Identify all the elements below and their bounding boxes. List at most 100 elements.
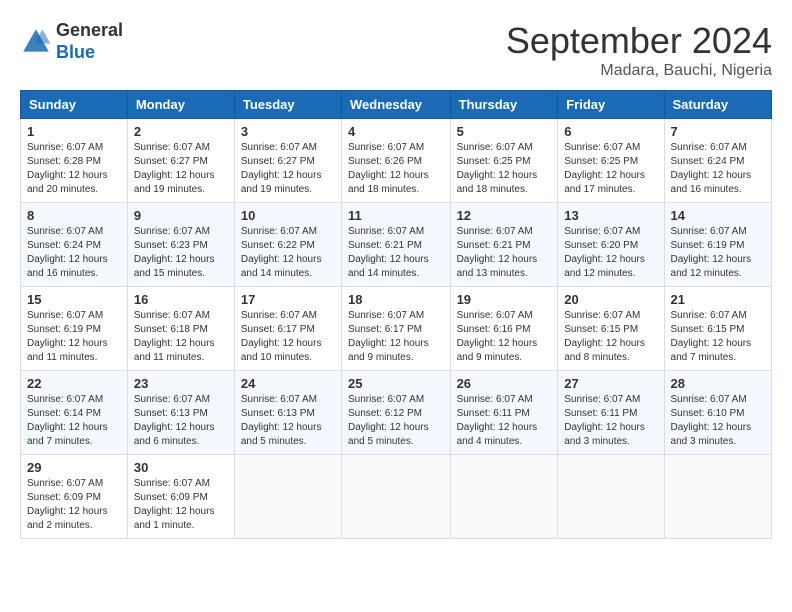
day-number: 11 — [348, 208, 444, 223]
cell-info: Sunrise: 6:07 AMSunset: 6:19 PMDaylight:… — [671, 226, 752, 279]
cell-info: Sunrise: 6:07 AMSunset: 6:22 PMDaylight:… — [241, 226, 322, 279]
logo: General Blue — [20, 20, 123, 63]
calendar-week-3: 15 Sunrise: 6:07 AMSunset: 6:19 PMDaylig… — [21, 287, 772, 371]
day-number: 6 — [564, 124, 657, 139]
cell-info: Sunrise: 6:07 AMSunset: 6:18 PMDaylight:… — [134, 310, 215, 363]
day-number: 12 — [457, 208, 552, 223]
calendar-cell: 27 Sunrise: 6:07 AMSunset: 6:11 PMDaylig… — [558, 371, 664, 455]
calendar-cell: 14 Sunrise: 6:07 AMSunset: 6:19 PMDaylig… — [664, 203, 771, 287]
calendar-cell: 29 Sunrise: 6:07 AMSunset: 6:09 PMDaylig… — [21, 455, 128, 539]
day-number: 10 — [241, 208, 335, 223]
month-title: September 2024 — [506, 20, 772, 62]
calendar-cell: 26 Sunrise: 6:07 AMSunset: 6:11 PMDaylig… — [450, 371, 558, 455]
day-number: 20 — [564, 292, 657, 307]
day-number: 16 — [134, 292, 228, 307]
calendar-cell: 2 Sunrise: 6:07 AMSunset: 6:27 PMDayligh… — [127, 119, 234, 203]
cell-info: Sunrise: 6:07 AMSunset: 6:15 PMDaylight:… — [564, 310, 645, 363]
calendar-cell: 10 Sunrise: 6:07 AMSunset: 6:22 PMDaylig… — [234, 203, 341, 287]
day-number: 27 — [564, 376, 657, 391]
calendar-cell: 9 Sunrise: 6:07 AMSunset: 6:23 PMDayligh… — [127, 203, 234, 287]
calendar-cell — [558, 455, 664, 539]
day-number: 15 — [27, 292, 121, 307]
cell-info: Sunrise: 6:07 AMSunset: 6:28 PMDaylight:… — [27, 142, 108, 195]
cell-info: Sunrise: 6:07 AMSunset: 6:20 PMDaylight:… — [564, 226, 645, 279]
day-number: 5 — [457, 124, 552, 139]
cell-info: Sunrise: 6:07 AMSunset: 6:14 PMDaylight:… — [27, 394, 108, 447]
cell-info: Sunrise: 6:07 AMSunset: 6:17 PMDaylight:… — [348, 310, 429, 363]
calendar-cell — [664, 455, 771, 539]
cell-info: Sunrise: 6:07 AMSunset: 6:26 PMDaylight:… — [348, 142, 429, 195]
calendar-cell: 8 Sunrise: 6:07 AMSunset: 6:24 PMDayligh… — [21, 203, 128, 287]
calendar-cell: 16 Sunrise: 6:07 AMSunset: 6:18 PMDaylig… — [127, 287, 234, 371]
calendar-cell: 1 Sunrise: 6:07 AMSunset: 6:28 PMDayligh… — [21, 119, 128, 203]
logo-icon — [20, 26, 52, 58]
day-number: 26 — [457, 376, 552, 391]
day-number: 22 — [27, 376, 121, 391]
column-header-monday: Monday — [127, 91, 234, 119]
cell-info: Sunrise: 6:07 AMSunset: 6:24 PMDaylight:… — [671, 142, 752, 195]
day-number: 3 — [241, 124, 335, 139]
calendar-cell: 17 Sunrise: 6:07 AMSunset: 6:17 PMDaylig… — [234, 287, 341, 371]
cell-info: Sunrise: 6:07 AMSunset: 6:23 PMDaylight:… — [134, 226, 215, 279]
calendar-cell: 11 Sunrise: 6:07 AMSunset: 6:21 PMDaylig… — [342, 203, 451, 287]
day-number: 19 — [457, 292, 552, 307]
day-number: 28 — [671, 376, 765, 391]
calendar-cell: 30 Sunrise: 6:07 AMSunset: 6:09 PMDaylig… — [127, 455, 234, 539]
calendar-week-1: 1 Sunrise: 6:07 AMSunset: 6:28 PMDayligh… — [21, 119, 772, 203]
calendar-cell: 25 Sunrise: 6:07 AMSunset: 6:12 PMDaylig… — [342, 371, 451, 455]
day-number: 30 — [134, 460, 228, 475]
cell-info: Sunrise: 6:07 AMSunset: 6:15 PMDaylight:… — [671, 310, 752, 363]
column-header-saturday: Saturday — [664, 91, 771, 119]
day-number: 29 — [27, 460, 121, 475]
column-header-thursday: Thursday — [450, 91, 558, 119]
column-header-wednesday: Wednesday — [342, 91, 451, 119]
calendar-cell: 6 Sunrise: 6:07 AMSunset: 6:25 PMDayligh… — [558, 119, 664, 203]
cell-info: Sunrise: 6:07 AMSunset: 6:27 PMDaylight:… — [241, 142, 322, 195]
column-header-sunday: Sunday — [21, 91, 128, 119]
cell-info: Sunrise: 6:07 AMSunset: 6:17 PMDaylight:… — [241, 310, 322, 363]
cell-info: Sunrise: 6:07 AMSunset: 6:09 PMDaylight:… — [27, 478, 108, 531]
cell-info: Sunrise: 6:07 AMSunset: 6:10 PMDaylight:… — [671, 394, 752, 447]
logo-blue: Blue — [56, 42, 95, 62]
cell-info: Sunrise: 6:07 AMSunset: 6:13 PMDaylight:… — [241, 394, 322, 447]
calendar-cell: 4 Sunrise: 6:07 AMSunset: 6:26 PMDayligh… — [342, 119, 451, 203]
calendar-cell: 5 Sunrise: 6:07 AMSunset: 6:25 PMDayligh… — [450, 119, 558, 203]
day-number: 14 — [671, 208, 765, 223]
calendar-cell: 21 Sunrise: 6:07 AMSunset: 6:15 PMDaylig… — [664, 287, 771, 371]
calendar-cell: 7 Sunrise: 6:07 AMSunset: 6:24 PMDayligh… — [664, 119, 771, 203]
cell-info: Sunrise: 6:07 AMSunset: 6:11 PMDaylight:… — [457, 394, 538, 447]
calendar-cell — [234, 455, 341, 539]
page-header: General Blue September 2024 Madara, Bauc… — [20, 20, 772, 80]
cell-info: Sunrise: 6:07 AMSunset: 6:25 PMDaylight:… — [457, 142, 538, 195]
calendar-cell: 18 Sunrise: 6:07 AMSunset: 6:17 PMDaylig… — [342, 287, 451, 371]
title-block: September 2024 Madara, Bauchi, Nigeria — [506, 20, 772, 80]
column-header-friday: Friday — [558, 91, 664, 119]
column-header-tuesday: Tuesday — [234, 91, 341, 119]
day-number: 7 — [671, 124, 765, 139]
calendar-cell: 28 Sunrise: 6:07 AMSunset: 6:10 PMDaylig… — [664, 371, 771, 455]
cell-info: Sunrise: 6:07 AMSunset: 6:19 PMDaylight:… — [27, 310, 108, 363]
day-number: 13 — [564, 208, 657, 223]
calendar-cell — [450, 455, 558, 539]
calendar-cell: 19 Sunrise: 6:07 AMSunset: 6:16 PMDaylig… — [450, 287, 558, 371]
day-number: 24 — [241, 376, 335, 391]
calendar-week-4: 22 Sunrise: 6:07 AMSunset: 6:14 PMDaylig… — [21, 371, 772, 455]
calendar-cell: 12 Sunrise: 6:07 AMSunset: 6:21 PMDaylig… — [450, 203, 558, 287]
day-number: 9 — [134, 208, 228, 223]
cell-info: Sunrise: 6:07 AMSunset: 6:13 PMDaylight:… — [134, 394, 215, 447]
calendar-cell: 22 Sunrise: 6:07 AMSunset: 6:14 PMDaylig… — [21, 371, 128, 455]
day-number: 4 — [348, 124, 444, 139]
calendar-cell: 15 Sunrise: 6:07 AMSunset: 6:19 PMDaylig… — [21, 287, 128, 371]
day-number: 23 — [134, 376, 228, 391]
cell-info: Sunrise: 6:07 AMSunset: 6:12 PMDaylight:… — [348, 394, 429, 447]
day-number: 21 — [671, 292, 765, 307]
calendar-cell: 24 Sunrise: 6:07 AMSunset: 6:13 PMDaylig… — [234, 371, 341, 455]
calendar-cell: 20 Sunrise: 6:07 AMSunset: 6:15 PMDaylig… — [558, 287, 664, 371]
cell-info: Sunrise: 6:07 AMSunset: 6:09 PMDaylight:… — [134, 478, 215, 531]
calendar-cell — [342, 455, 451, 539]
day-number: 18 — [348, 292, 444, 307]
calendar-header-row: SundayMondayTuesdayWednesdayThursdayFrid… — [21, 91, 772, 119]
cell-info: Sunrise: 6:07 AMSunset: 6:27 PMDaylight:… — [134, 142, 215, 195]
day-number: 17 — [241, 292, 335, 307]
cell-info: Sunrise: 6:07 AMSunset: 6:16 PMDaylight:… — [457, 310, 538, 363]
